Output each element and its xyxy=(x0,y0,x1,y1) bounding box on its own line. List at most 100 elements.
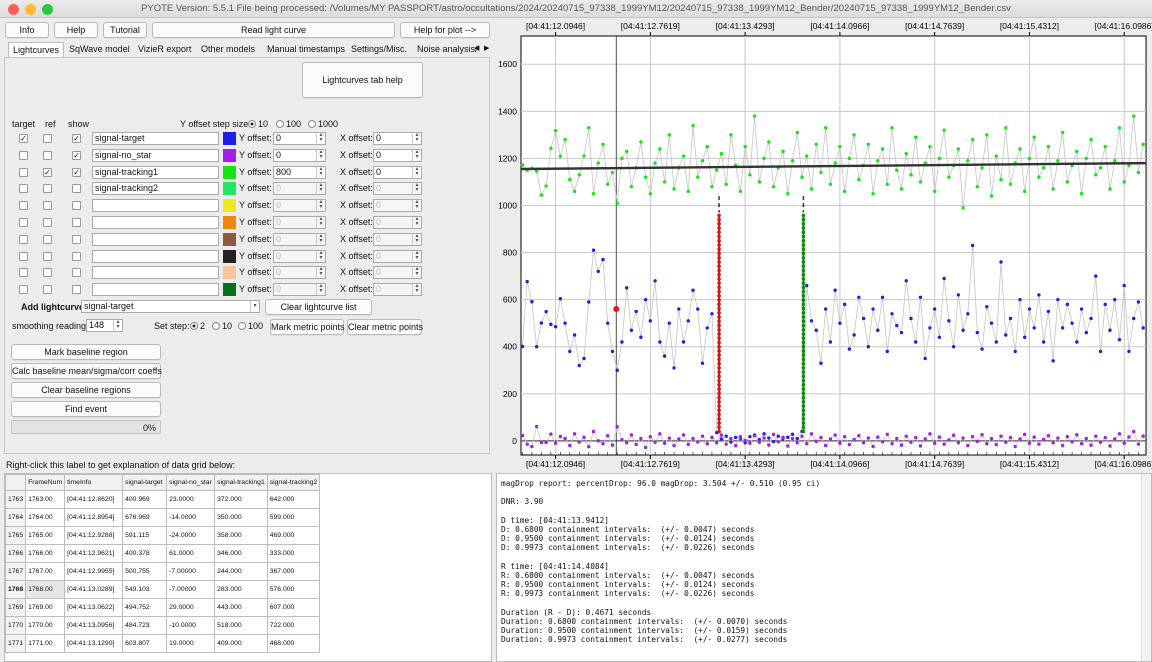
ref-checkbox[interactable]: ✓ xyxy=(43,167,52,177)
lightcurve-name-field[interactable] xyxy=(92,199,219,213)
column-header[interactable]: signal-tracking2 xyxy=(266,474,321,491)
color-swatch[interactable] xyxy=(223,165,236,179)
lightcurve-name-field[interactable] xyxy=(92,216,219,229)
show-checkbox[interactable] xyxy=(72,218,81,227)
clear-baseline-regions-button[interactable]: Clear baseline regions xyxy=(11,382,161,398)
tab-manual-timestamps[interactable]: Manual timestamps xyxy=(263,42,349,57)
color-swatch[interactable] xyxy=(223,232,236,246)
table-row[interactable]: 1764 1764.00 [04:41:12.8954] 676.969 -14.000… xyxy=(5,508,321,527)
target-checkbox[interactable] xyxy=(19,268,28,278)
step-10-radio[interactable]: 10 xyxy=(248,119,268,129)
set-step-10-radio[interactable]: 10 xyxy=(212,321,232,331)
show-checkbox[interactable] xyxy=(72,184,81,194)
ref-checkbox[interactable] xyxy=(43,134,52,143)
tab-vizier-export[interactable]: VizieR export xyxy=(134,42,195,57)
lightcurve-name-field[interactable]: signal-target xyxy=(92,132,219,145)
table-row[interactable]: 1771 1771.00 [04:41:13.1290] 603.807 19.0000… xyxy=(5,634,321,653)
x-offset-spinner[interactable]: 0 ▴ ▾ xyxy=(373,182,422,196)
color-swatch[interactable] xyxy=(223,132,236,145)
target-checkbox[interactable] xyxy=(19,167,28,177)
lightcurve-name-field[interactable]: signal-tracking2 xyxy=(92,182,219,196)
target-checkbox[interactable] xyxy=(19,285,28,295)
smoothing-readings-spinner[interactable]: 148 ▴ ▾ xyxy=(86,319,123,332)
y-offset-spinner[interactable]: 0 ▴ ▾ xyxy=(273,216,326,229)
column-header[interactable]: signal-tracking1 xyxy=(214,474,268,491)
ref-checkbox[interactable] xyxy=(43,201,52,211)
y-offset-spinner[interactable]: 0 ▴ ▾ xyxy=(273,249,326,263)
color-swatch[interactable] xyxy=(223,199,236,213)
table-row[interactable]: 1768 1768.00 [04:41:13.0289] 549.103 -7.0000… xyxy=(5,580,321,599)
x-offset-spinner[interactable]: 0 ▴ ▾ xyxy=(373,199,422,213)
y-offset-spinner[interactable]: 0 ▴ ▾ xyxy=(273,266,326,280)
y-offset-spinner[interactable]: 800 ▴ ▾ xyxy=(273,165,326,179)
help-button[interactable]: Help xyxy=(54,22,98,38)
y-offset-spinner[interactable]: 0 ▴ ▾ xyxy=(273,199,326,213)
find-event-button[interactable]: Find event xyxy=(11,401,161,417)
target-checkbox[interactable] xyxy=(19,218,28,227)
show-checkbox[interactable] xyxy=(72,234,81,244)
show-checkbox[interactable] xyxy=(72,201,81,211)
help-for-plot-button[interactable]: Help for plot --> xyxy=(400,22,490,38)
add-lightcurve-select[interactable]: signal-target ▾ xyxy=(81,300,260,313)
step-1000-radio[interactable]: 1000 xyxy=(308,119,338,129)
ref-checkbox[interactable] xyxy=(43,218,52,227)
x-offset-spinner[interactable]: 0 ▴ ▾ xyxy=(373,148,422,162)
table-row[interactable]: 1767 1767.00 [04:41:12.9955] 500.755 -7.0000… xyxy=(5,562,321,581)
lightcurve-name-field[interactable] xyxy=(92,266,219,280)
show-checkbox[interactable] xyxy=(72,285,81,295)
ref-checkbox[interactable] xyxy=(43,150,52,160)
lightcurves-tab-help-button[interactable]: Lightcurves tab help xyxy=(302,62,423,98)
x-offset-spinner[interactable]: 0 ▴ ▾ xyxy=(373,165,422,179)
table-row[interactable]: 1770 1770.00 [04:41:13.0956] 484.723 -10.000… xyxy=(5,616,321,635)
read-light-curve-button[interactable]: Read light curve xyxy=(152,22,395,38)
target-checkbox[interactable] xyxy=(19,184,28,194)
report-scrollbar[interactable] xyxy=(1141,474,1151,661)
tab-sqwave-model[interactable]: SqWave model xyxy=(65,42,134,57)
x-offset-spinner[interactable]: 0 ▴ ▾ xyxy=(373,132,422,145)
step-100-radio[interactable]: 100 xyxy=(276,119,301,129)
tutorial-button[interactable]: Tutorial xyxy=(103,22,147,38)
x-offset-spinner[interactable]: 0 ▴ ▾ xyxy=(373,249,422,263)
show-checkbox[interactable]: ✓ xyxy=(72,150,81,160)
calc-baseline-button[interactable]: Calc baseline mean/sigma/corr coeffs xyxy=(11,363,162,379)
x-offset-spinner[interactable]: 0 ▴ ▾ xyxy=(373,216,422,229)
column-header[interactable]: signal-target xyxy=(122,474,168,491)
x-offset-spinner[interactable]: 0 ▴ ▾ xyxy=(373,283,422,297)
column-header[interactable]: signal-no_star xyxy=(166,474,216,491)
set-step-2-radio[interactable]: 2 xyxy=(190,321,205,331)
info-button[interactable]: Info xyxy=(5,22,49,38)
clear-metric-points-button[interactable]: Clear metric points xyxy=(347,319,423,335)
target-checkbox[interactable] xyxy=(19,234,28,244)
color-swatch[interactable] xyxy=(223,216,236,229)
show-checkbox[interactable] xyxy=(72,251,81,261)
lightcurve-name-field[interactable]: signal-tracking1 xyxy=(92,165,219,179)
x-offset-spinner[interactable]: 0 ▴ ▾ xyxy=(373,266,422,280)
y-offset-spinner[interactable]: 0 ▴ ▾ xyxy=(273,283,326,297)
target-checkbox[interactable] xyxy=(19,150,28,160)
ref-checkbox[interactable] xyxy=(43,268,52,278)
lightcurve-name-field[interactable]: signal-no_star xyxy=(92,148,219,162)
show-checkbox[interactable]: ✓ xyxy=(72,134,81,143)
data-grid-hint-label[interactable]: Right-click this label to get explanatio… xyxy=(6,460,235,470)
y-offset-spinner[interactable]: 0 ▴ ▾ xyxy=(273,232,326,246)
target-checkbox[interactable] xyxy=(19,251,28,261)
ref-checkbox[interactable] xyxy=(43,184,52,194)
color-swatch[interactable] xyxy=(223,182,236,196)
show-checkbox[interactable]: ✓ xyxy=(72,167,81,177)
show-checkbox[interactable] xyxy=(72,268,81,278)
tab-scroll-right-icon[interactable]: ▶ xyxy=(480,41,489,56)
target-checkbox[interactable] xyxy=(19,201,28,211)
lightcurve-name-field[interactable] xyxy=(92,232,219,246)
lightcurve-name-field[interactable] xyxy=(92,249,219,263)
color-swatch[interactable] xyxy=(223,283,236,297)
table-row[interactable]: 1765 1765.00 [04:41:12.9288] 591.115 -24.000… xyxy=(5,526,321,545)
mark-metric-points-button[interactable]: Mark metric points xyxy=(270,319,345,335)
column-header[interactable]: timeInfo xyxy=(64,474,124,491)
y-offset-spinner[interactable]: 0 ▴ ▾ xyxy=(273,148,326,162)
set-step-100-radio[interactable]: 100 xyxy=(238,321,263,331)
target-checkbox[interactable]: ✓ xyxy=(19,134,28,143)
tab-scroll-left-icon[interactable]: ◀ xyxy=(470,41,479,56)
tab-lightcurves[interactable]: Lightcurves xyxy=(8,42,65,57)
color-swatch[interactable] xyxy=(223,148,236,162)
table-row[interactable]: 1766 1766.00 [04:41:12.9621] 400.378 61.0000… xyxy=(5,544,321,563)
